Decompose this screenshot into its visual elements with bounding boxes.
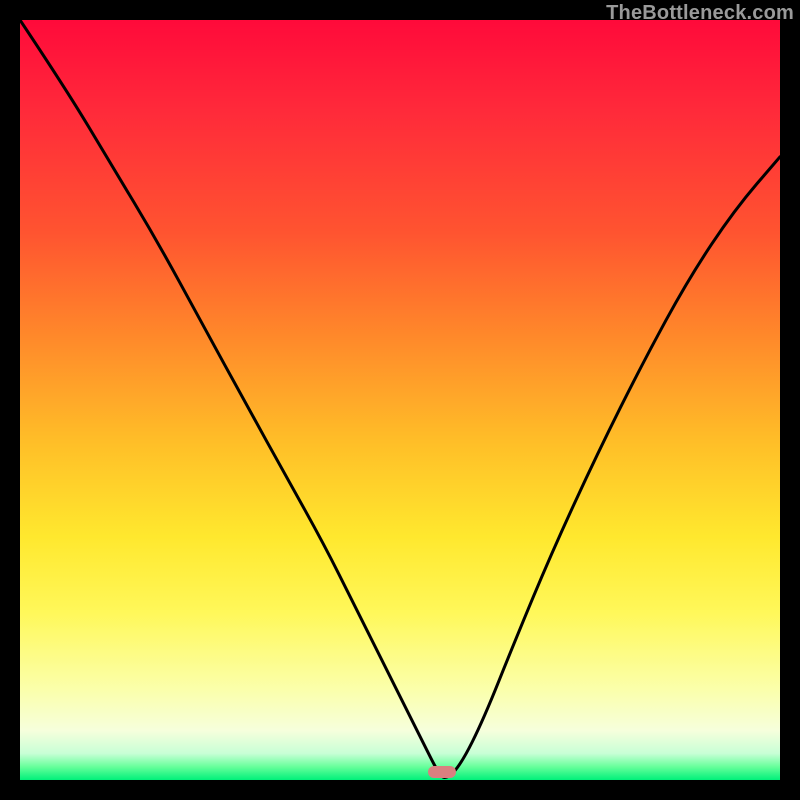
- minimum-marker: [428, 766, 456, 778]
- watermark-text: TheBottleneck.com: [606, 2, 794, 25]
- plot-area: [20, 20, 780, 780]
- chart-frame: TheBottleneck.com: [0, 0, 800, 800]
- curve-svg: [20, 20, 780, 780]
- bottleneck-curve: [20, 20, 780, 777]
